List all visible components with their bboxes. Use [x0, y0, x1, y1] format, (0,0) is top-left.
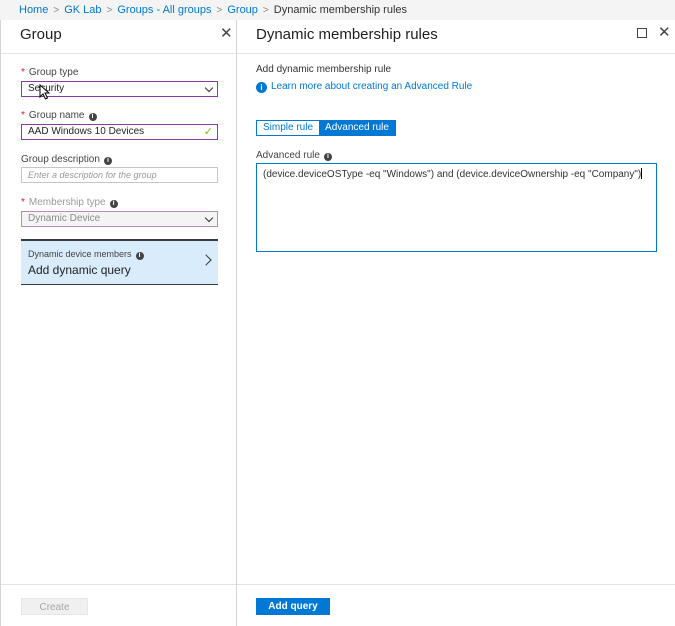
info-icon[interactable]: i	[103, 157, 112, 165]
dynamic-rules-title: Dynamic membership rules	[256, 26, 438, 43]
chevron-right-icon: >	[262, 5, 269, 16]
rule-mode-toggle: Simple rule Advanced rule	[256, 120, 396, 136]
create-button[interactable]: Create	[21, 598, 88, 615]
breadcrumb: Home > GK Lab > Groups - All groups > Group > Dy…	[0, 0, 675, 20]
text-caret	[641, 168, 643, 179]
required-marker: *	[21, 197, 25, 208]
add-query-button[interactable]: Add query	[256, 598, 330, 615]
info-icon[interactable]: i	[88, 113, 97, 121]
azure-portal-window: Home > GK Lab > Groups - All groups > Group > Dy…	[0, 0, 675, 626]
breadcrumb-all-groups[interactable]: Groups - All groups	[117, 4, 211, 16]
breadcrumb-group[interactable]: Group	[227, 4, 258, 16]
info-icon[interactable]: i	[135, 252, 144, 260]
advanced-rule-tab[interactable]: Advanced rule	[319, 121, 395, 135]
dynamic-membership-rules-blade: Dynamic membership rules ✕ Add dynamic m…	[237, 20, 675, 626]
advanced-rule-label: Advanced rule i	[256, 150, 332, 161]
dynamic-device-members-item[interactable]: Dynamic device members i Add dynamic quer…	[21, 239, 218, 285]
chevron-right-icon: >	[106, 5, 113, 16]
simple-rule-tab[interactable]: Simple rule	[257, 121, 320, 135]
checkmark-icon: ✓	[203, 126, 213, 138]
breadcrumb-home[interactable]: Home	[19, 4, 48, 16]
chevron-right-icon: >	[53, 5, 60, 16]
footer-divider	[1, 584, 236, 585]
mouse-pointer-icon	[39, 84, 51, 100]
divider	[237, 53, 675, 54]
chevron-right-icon: >	[216, 5, 223, 16]
close-icon[interactable]: ✕	[658, 25, 671, 40]
chevron-down-icon	[204, 83, 214, 93]
add-rule-subtitle: Add dynamic membership rule	[256, 64, 392, 75]
group-name-input[interactable]: AAD Windows 10 Devices ✓	[21, 124, 218, 140]
breadcrumb-current: Dynamic membership rules	[273, 4, 408, 16]
dynamic-members-label: Dynamic device members i	[28, 249, 144, 260]
group-description-label: Group description i	[21, 154, 112, 165]
group-type-label: * Group type	[21, 67, 79, 78]
chevron-down-icon	[204, 213, 214, 223]
close-icon[interactable]: ✕	[220, 26, 233, 41]
group-blade-title: Group	[20, 26, 62, 43]
info-icon[interactable]: i	[109, 200, 118, 208]
add-dynamic-query-link: Add dynamic query	[28, 263, 131, 277]
learn-more-link[interactable]: i Learn more about creating an Advanced R…	[256, 81, 472, 93]
info-icon: i	[256, 82, 267, 93]
group-name-label: * Group name i	[21, 110, 97, 121]
breadcrumb-gk-lab[interactable]: GK Lab	[64, 4, 101, 16]
info-icon[interactable]: i	[323, 153, 332, 161]
footer-divider	[237, 584, 675, 585]
maximize-icon[interactable]	[637, 28, 647, 38]
required-marker: *	[21, 110, 25, 121]
membership-type-label: * Membership type i	[21, 197, 118, 208]
chevron-right-icon	[200, 254, 212, 266]
required-marker: *	[21, 67, 25, 78]
membership-type-select[interactable]: Dynamic Device	[21, 211, 218, 227]
group-description-input[interactable]: Enter a description for the group	[21, 167, 218, 183]
group-blade: Group ✕ * Group type Security * Group name…	[0, 20, 237, 626]
advanced-rule-textarea[interactable]: (device.deviceOSType -eq "Windows") and …	[256, 163, 657, 252]
divider	[1, 53, 236, 54]
